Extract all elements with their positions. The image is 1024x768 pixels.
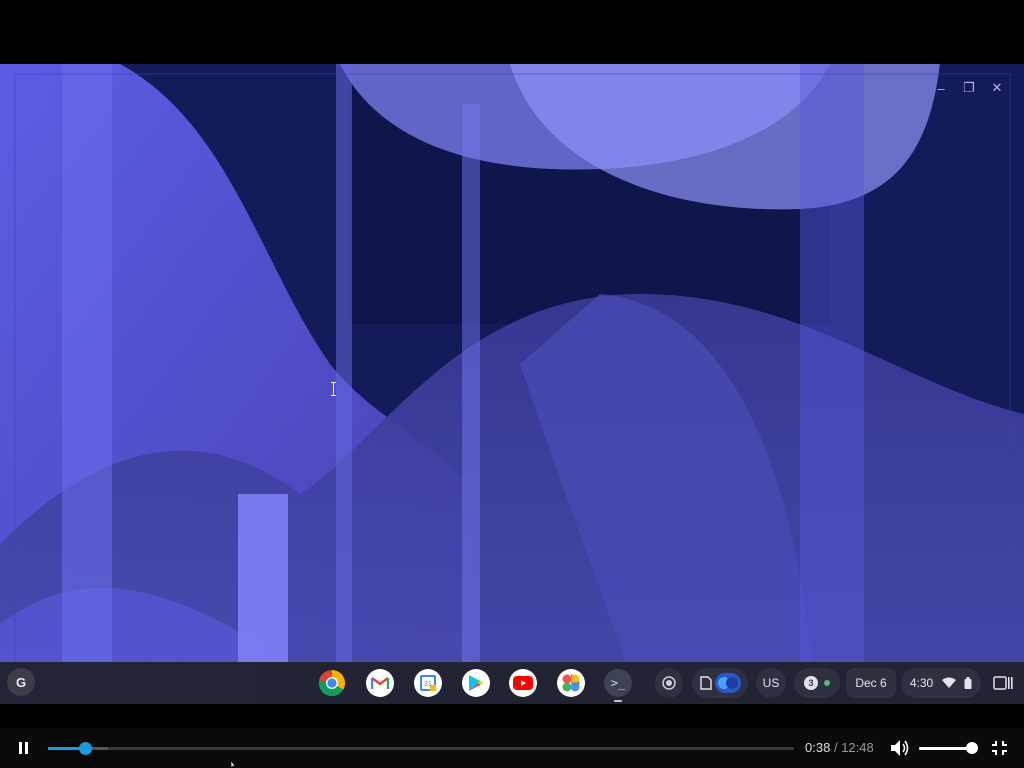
running-indicator <box>614 700 622 702</box>
overview-icon <box>993 676 1013 690</box>
play-store-icon[interactable] <box>462 669 490 697</box>
chrome-icon[interactable] <box>318 669 346 697</box>
date-label: Dec 6 <box>855 676 887 690</box>
status-area-button[interactable]: 4:30 <box>901 668 981 698</box>
calendar-icon[interactable]: 31 <box>414 669 442 697</box>
keyboard-layout-label: US <box>762 676 780 690</box>
window-controls: – ❐ ✕ <box>934 80 1004 96</box>
time-display: 0:38 / 12:48 <box>805 740 874 755</box>
status-dot-icon <box>824 680 830 686</box>
restore-icon[interactable]: ❐ <box>962 80 976 95</box>
photos-icon[interactable] <box>557 669 585 697</box>
seek-handle[interactable] <box>79 742 93 755</box>
mouse-pointer-icon <box>230 760 237 768</box>
volume-handle[interactable] <box>966 742 978 754</box>
wifi-icon <box>942 677 957 688</box>
text-cursor-icon <box>331 382 336 396</box>
gmail-icon[interactable] <box>366 669 394 697</box>
total-time: 12:48 <box>841 740 874 755</box>
notification-button[interactable]: 3 <box>794 668 840 698</box>
clock-label: 4:30 <box>909 676 934 690</box>
shelf: G 31 >_ US 3 Dec 6 4:30 <box>0 662 1024 704</box>
battery-icon <box>964 677 972 689</box>
seek-bar[interactable] <box>48 742 794 755</box>
calendar-day-label: 31 <box>424 681 432 688</box>
terminal-label: >_ <box>610 676 626 690</box>
video-player-controls: 0:38 / 12:48 <box>0 728 1024 768</box>
file-icon <box>700 676 712 690</box>
holding-space-button[interactable] <box>692 668 748 698</box>
screen-record-button[interactable] <box>655 668 683 698</box>
exit-fullscreen-icon[interactable] <box>991 740 1008 756</box>
ime-menu-button[interactable]: US <box>756 668 786 698</box>
overview-button[interactable] <box>987 668 1019 698</box>
volume-slider[interactable] <box>919 742 978 754</box>
thumbnail-icon <box>715 673 741 693</box>
launcher-label: G <box>15 674 27 690</box>
record-icon <box>662 676 676 690</box>
minimize-icon[interactable]: – <box>934 81 948 96</box>
launcher-button[interactable]: G <box>7 668 35 696</box>
wallpaper-art <box>0 64 1024 704</box>
time-separator: / <box>833 740 838 755</box>
terminal-icon[interactable]: >_ <box>604 669 632 702</box>
notification-count-badge: 3 <box>804 676 818 690</box>
date-tray-button[interactable]: Dec 6 <box>846 668 896 698</box>
volume-icon[interactable] <box>890 739 910 757</box>
pause-button[interactable] <box>18 742 29 754</box>
current-time: 0:38 <box>805 740 831 755</box>
top-letterbox <box>0 0 1024 64</box>
desktop-wallpaper: – ❐ ✕ <box>0 64 1024 704</box>
youtube-icon[interactable] <box>509 669 537 697</box>
close-icon[interactable]: ✕ <box>990 80 1004 95</box>
